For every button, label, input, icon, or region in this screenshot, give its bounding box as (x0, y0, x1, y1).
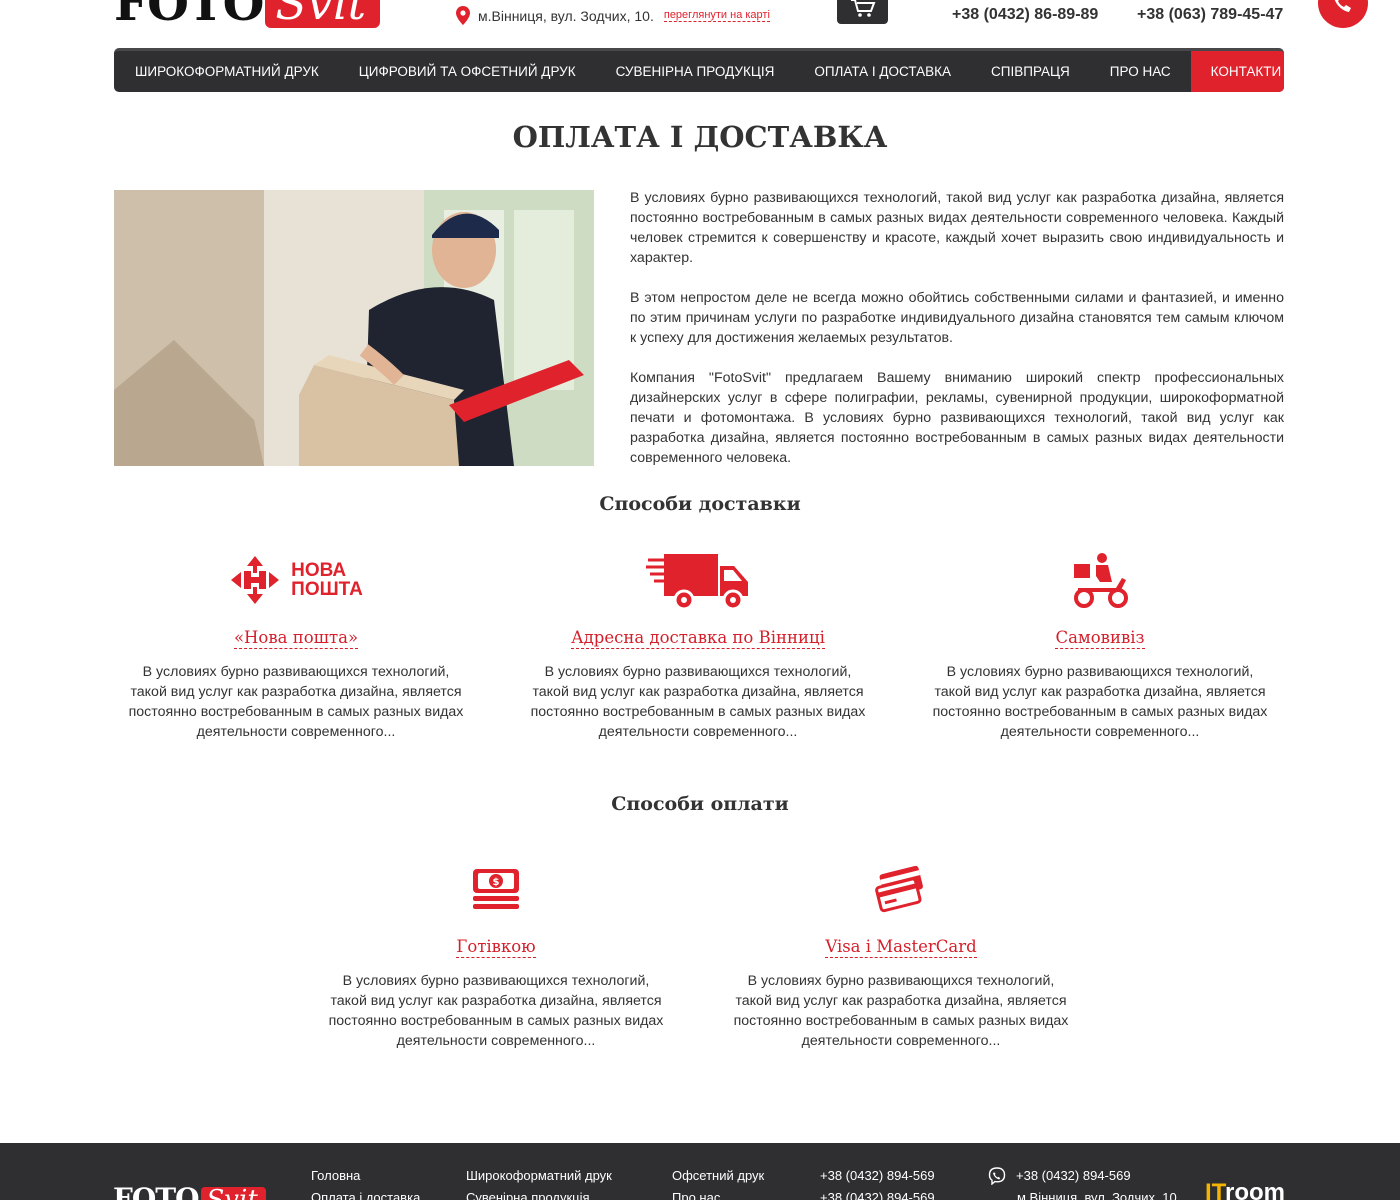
callback-button[interactable] (1318, 0, 1368, 28)
phone-icon (1334, 0, 1351, 12)
footer-link-home[interactable]: Головна (311, 1165, 420, 1187)
developer-logo-it: IT (1205, 1179, 1226, 1200)
footer-phone-2[interactable]: +38 (0432) 894-569 (820, 1187, 935, 1200)
nova-poshta-logo: НОВА ПОШТА (116, 546, 476, 614)
footer-address: м.Вінниця, вул. Зодчих, 10. (1017, 1190, 1181, 1200)
payment-cash-link[interactable]: Готівкою (456, 937, 536, 958)
payment-card-link[interactable]: Visa і MasterCard (825, 937, 977, 958)
footer-links-col-3: Офсетний друк Про нас (672, 1165, 764, 1200)
credit-cards-icon (875, 865, 923, 913)
footer-logo[interactable]: FOTO Svit (113, 1185, 266, 1200)
payment-cash-text: В условиях бурно развивающихся технологи… (328, 973, 664, 1049)
footer-logo-foto-text: FOTO (113, 1182, 199, 1200)
delivery-nova-poshta-text: В условиях бурно развивающихся технологи… (128, 664, 464, 740)
intro-paragraph-1: В условиях бурно развивающихся технологи… (630, 190, 1284, 266)
footer-links-col-1: Головна Оплата і доставка (311, 1165, 420, 1200)
cash-icon: $ (473, 869, 519, 909)
header-phone-1[interactable]: +38 (0432) 86-89-89 (952, 6, 1098, 24)
viber-icon (988, 1167, 1006, 1185)
delivery-nova-poshta-link[interactable]: «Нова пошта» (233, 628, 359, 649)
svg-text:$: $ (493, 877, 500, 888)
developer-logo-room: room (1225, 1179, 1286, 1200)
footer-viber-row: +38 (0432) 894-569 (988, 1165, 1180, 1187)
delivery-card-pickup: Самовивіз В условиях бурно развивающихся… (920, 546, 1280, 742)
courier-scooter-icon (1074, 553, 1128, 608)
nav-item-digital-offset[interactable]: Цифровий та офсетний друк (339, 51, 596, 92)
nova-poshta-logo-line-1: НОВА (291, 560, 347, 581)
logo-svit-text: Svit (265, 0, 381, 28)
delivery-pickup-text: В условиях бурно развивающихся технологи… (932, 664, 1268, 740)
header-phone-2[interactable]: +38 (063) 789-45-47 (1137, 6, 1283, 24)
footer-link-large-format[interactable]: Широкоформатний друк (466, 1165, 612, 1187)
hero-image-courier (114, 190, 594, 466)
page-title: ОПЛАТА І ДОСТАВКА (512, 120, 888, 154)
map-pin-icon (456, 6, 470, 25)
developer-logo[interactable]: ITroom (1205, 1179, 1285, 1200)
nav-item-souvenirs[interactable]: Сувенірна продукція (596, 51, 795, 92)
site-footer: FOTO Svit Головна Оплата і доставка Широ… (0, 1143, 1400, 1200)
delivery-section-title: Способи доставки (599, 493, 801, 515)
payment-section-title: Способи оплати (611, 793, 789, 815)
delivery-address-text: В условиях бурно развивающихся технологи… (530, 664, 866, 740)
footer-link-offset[interactable]: Офсетний друк (672, 1165, 764, 1187)
main-nav: Широкоформатний друк Цифровий та офсетни… (114, 48, 1284, 92)
delivery-card-nova-poshta: НОВА ПОШТА «Нова пошта» В условиях бурно… (116, 546, 476, 742)
delivery-pickup-link[interactable]: Самовивіз (1055, 628, 1145, 649)
payment-card-text: В условиях бурно развивающихся технологи… (733, 973, 1069, 1049)
footer-viber-phone[interactable]: +38 (0432) 894-569 (1016, 1165, 1131, 1187)
address-text: м.Вінниця, вул. Зодчих, 10. (478, 7, 654, 24)
payment-card-visa-mastercard: Visa і MasterCard В условиях бурно разви… (721, 855, 1081, 1051)
nav-item-about[interactable]: Про нас (1090, 51, 1191, 92)
footer-contact: +38 (0432) 894-569 м.Вінниця, вул. Зодчи… (988, 1165, 1180, 1200)
header-address: м.Вінниця, вул. Зодчих, 10. переглянути … (456, 6, 770, 25)
intro-paragraph-2: В этом непростом деле не всегда можно об… (630, 290, 1284, 346)
intro-text: В условиях бурно развивающихся технологи… (630, 188, 1284, 488)
footer-link-souvenirs[interactable]: Сувенірна продукція (466, 1187, 612, 1200)
footer-logo-svit-text: Svit (200, 1187, 266, 1200)
nova-poshta-icon (231, 556, 280, 604)
cart-button[interactable] (837, 0, 888, 24)
footer-link-about[interactable]: Про нас (672, 1187, 764, 1200)
payment-card-cash: $ Готівкою В условиях бурно развивающихс… (316, 855, 676, 1051)
nav-item-contacts[interactable]: Контакти (1190, 51, 1284, 92)
nova-poshta-logo-line-2: ПОШТА (291, 579, 363, 600)
view-on-map-link[interactable]: переглянути на карті (663, 9, 770, 22)
delivery-address-link[interactable]: Адресна доставка по Вінниці (571, 628, 825, 649)
intro-paragraph-3: Компания "FotoSvit" предлагаем Вашему вн… (630, 370, 1284, 466)
site-logo[interactable]: FOTO Svit (114, 0, 381, 32)
cart-icon (850, 0, 875, 17)
footer-phone-1[interactable]: +38 (0432) 894-569 (820, 1165, 935, 1187)
delivery-truck-icon (646, 554, 748, 610)
delivery-card-address: Адресна доставка по Вінниці В условиях б… (518, 546, 878, 742)
nav-item-cooperation[interactable]: Співпраця (971, 51, 1090, 92)
nav-item-payment-delivery[interactable]: Оплата і доставка (794, 51, 971, 92)
logo-foto-text: FOTO (114, 0, 264, 32)
footer-links-col-2: Широкоформатний друк Сувенірна продукція (466, 1165, 612, 1200)
footer-phones: +38 (0432) 894-569 +38 (0432) 894-569 (820, 1165, 935, 1200)
nav-item-large-format[interactable]: Широкоформатний друк (114, 51, 339, 92)
footer-link-payment-delivery[interactable]: Оплата і доставка (311, 1187, 420, 1200)
